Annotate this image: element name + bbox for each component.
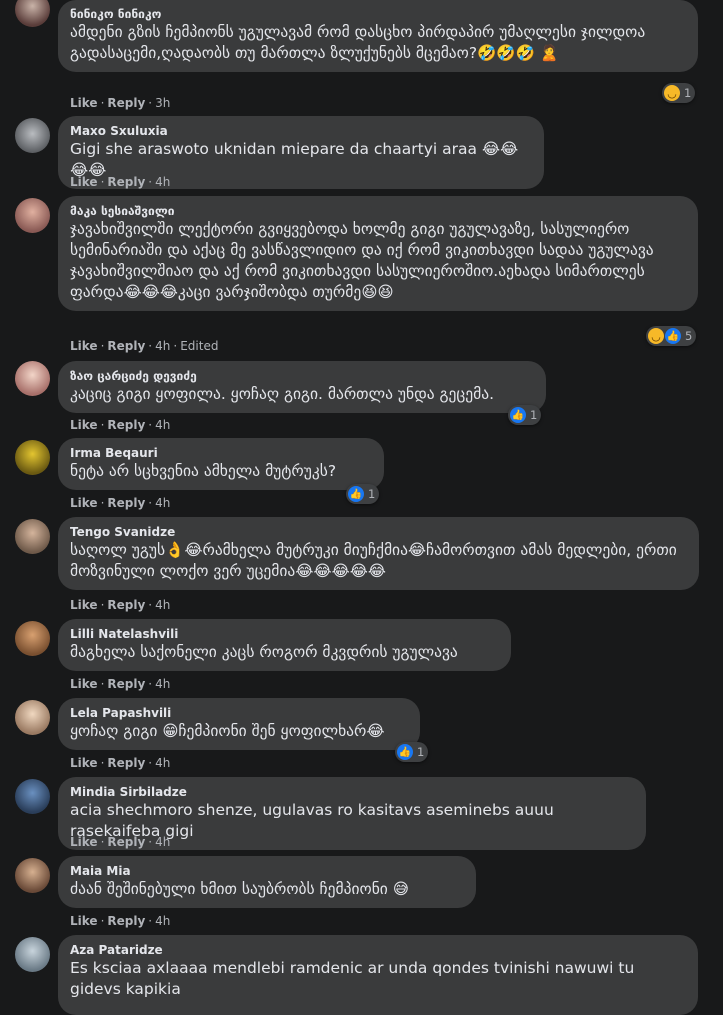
haha-reaction-icon: ◡ bbox=[664, 85, 680, 101]
comment-text: ყოჩაღ გიგი 😁ჩემპიონი შენ ყოფილხარ😂 bbox=[70, 722, 385, 740]
comment-actions: Like · Reply · 4h bbox=[70, 496, 171, 510]
comment-bubble: Maia Mia ძაან შეშინებული ხმით საუბრობს ჩ… bbox=[58, 856, 476, 908]
comments-list: ნინიკო ნინიკო ამდენი გზის ჩემპიონს უგულა… bbox=[0, 0, 723, 1015]
reply-button[interactable]: Reply bbox=[107, 598, 145, 612]
comment-bubble: მაკა სესიაშვილი ჯავახიშვილში ლექტორი გვი… bbox=[58, 196, 698, 311]
reaction-count: 5 bbox=[685, 329, 693, 343]
reaction-summary[interactable]: 👍 1 bbox=[508, 405, 542, 425]
reply-button[interactable]: Reply bbox=[107, 677, 145, 691]
comment-author[interactable]: Tengo Svanidze bbox=[70, 524, 687, 540]
comment-timestamp[interactable]: 4h bbox=[155, 175, 170, 189]
like-button[interactable]: Like bbox=[70, 175, 98, 189]
reply-button[interactable]: Reply bbox=[107, 96, 145, 110]
avatar[interactable] bbox=[15, 519, 50, 554]
comment-actions: Like · Reply · 4h bbox=[70, 598, 171, 612]
avatar[interactable] bbox=[15, 118, 50, 153]
like-button[interactable]: Like bbox=[70, 835, 98, 849]
comment-timestamp[interactable]: 3h bbox=[155, 96, 170, 110]
comment-author[interactable]: ნინიკო ნინიკო bbox=[70, 6, 686, 22]
like-button[interactable]: Like bbox=[70, 418, 98, 432]
comment-bubble: ნინიკო ნინიკო ამდენი გზის ჩემპიონს უგულა… bbox=[58, 0, 698, 72]
like-button[interactable]: Like bbox=[70, 339, 98, 353]
comment-bubble: Tengo Svanidze საღოლ უგუს👌😂რამხელა მუტრუ… bbox=[58, 517, 699, 590]
reaction-count: 1 bbox=[368, 487, 376, 501]
comment-bubble: ზაო ცარციძე დევიძე კაციც გიგი ყოფილა. ყო… bbox=[58, 361, 546, 413]
comment-timestamp[interactable]: 4h bbox=[155, 418, 170, 432]
reply-button[interactable]: Reply bbox=[107, 914, 145, 928]
avatar[interactable] bbox=[15, 858, 50, 893]
comment-bubble: Aza Pataridze Es ksciaa axlaaaa mendlebi… bbox=[58, 935, 698, 1015]
reaction-summary[interactable]: 👍 1 bbox=[346, 484, 380, 504]
comment-text: საღოლ უგუს👌😂რამხელა მუტრუკი მიუჩქმია😂ჩამ… bbox=[70, 541, 677, 580]
like-button[interactable]: Like bbox=[70, 914, 98, 928]
reaction-count: 1 bbox=[417, 745, 425, 759]
like-button[interactable]: Like bbox=[70, 598, 98, 612]
comment-author[interactable]: Maia Mia bbox=[70, 863, 464, 879]
like-reaction-icon: 👍 bbox=[397, 744, 413, 760]
reply-button[interactable]: Reply bbox=[107, 835, 145, 849]
comment-text: ამდენი გზის ჩემპიონს უგულავამ რომ დასცხო… bbox=[70, 23, 646, 62]
like-button[interactable]: Like bbox=[70, 677, 98, 691]
reply-button[interactable]: Reply bbox=[107, 339, 145, 353]
avatar[interactable] bbox=[15, 440, 50, 475]
comment-timestamp[interactable]: 4h bbox=[155, 756, 170, 770]
comment-author[interactable]: მაკა სესიაშვილი bbox=[70, 203, 686, 219]
reply-button[interactable]: Reply bbox=[107, 418, 145, 432]
comment-timestamp[interactable]: 4h bbox=[155, 339, 170, 353]
reply-button[interactable]: Reply bbox=[107, 175, 145, 189]
avatar[interactable] bbox=[15, 0, 50, 27]
comment-actions: Like · Reply · 3h bbox=[70, 96, 171, 110]
reaction-summary[interactable]: ◡ 👍 5 bbox=[646, 326, 697, 346]
comment-author[interactable]: Aza Pataridze bbox=[70, 942, 686, 958]
avatar[interactable] bbox=[15, 198, 50, 233]
comment-text: ნეტა არ სცხვენია ამხელა მუტრუკს? bbox=[70, 462, 337, 480]
avatar[interactable] bbox=[15, 937, 50, 972]
avatar[interactable] bbox=[15, 779, 50, 814]
avatar[interactable] bbox=[15, 361, 50, 396]
comment-text: კაციც გიგი ყოფილა. ყოჩაღ გიგი. მართლა უნ… bbox=[70, 385, 495, 403]
comment-timestamp[interactable]: 4h bbox=[155, 496, 170, 510]
comment-author[interactable]: Irma Beqauri bbox=[70, 445, 372, 461]
like-reaction-icon: 👍 bbox=[665, 328, 681, 344]
like-reaction-icon: 👍 bbox=[348, 486, 364, 502]
like-button[interactable]: Like bbox=[70, 96, 98, 110]
comment-text: Es ksciaa axlaaaa mendlebi ramdenic ar u… bbox=[70, 959, 635, 998]
comment-author[interactable]: Lilli Natelashvili bbox=[70, 626, 499, 642]
comment-text: მაგხელა საქონელი კაცს როგორ მკვდრის უგულ… bbox=[70, 643, 458, 661]
reaction-count: 1 bbox=[530, 408, 538, 422]
reply-button[interactable]: Reply bbox=[107, 756, 145, 770]
edited-label[interactable]: Edited bbox=[180, 339, 218, 353]
like-button[interactable]: Like bbox=[70, 756, 98, 770]
like-reaction-icon: 👍 bbox=[510, 407, 526, 423]
comment-actions: Like · Reply · 4h bbox=[70, 677, 171, 691]
reaction-count: 1 bbox=[684, 86, 692, 100]
like-button[interactable]: Like bbox=[70, 496, 98, 510]
comment-actions: Like · Reply · 4h · Edited bbox=[70, 339, 219, 353]
comment-actions: Like · Reply · 4h bbox=[70, 914, 171, 928]
reaction-summary[interactable]: ◡ 1 bbox=[662, 83, 696, 103]
comment-timestamp[interactable]: 4h bbox=[155, 835, 170, 849]
comment-actions: Like · Reply · 4h bbox=[70, 175, 171, 189]
comment-actions: Like · Reply · 4h bbox=[70, 756, 171, 770]
comment-author[interactable]: Mindia Sirbiladze bbox=[70, 784, 634, 800]
comment-timestamp[interactable]: 4h bbox=[155, 598, 170, 612]
comment-author[interactable]: Lela Papashvili bbox=[70, 705, 408, 721]
comment-timestamp[interactable]: 4h bbox=[155, 677, 170, 691]
reply-button[interactable]: Reply bbox=[107, 496, 145, 510]
comment-author[interactable]: ზაო ცარციძე დევიძე bbox=[70, 368, 534, 384]
comment-timestamp[interactable]: 4h bbox=[155, 914, 170, 928]
comment-actions: Like · Reply · 4h bbox=[70, 418, 171, 432]
comment-bubble: Irma Beqauri ნეტა არ სცხვენია ამხელა მუტ… bbox=[58, 438, 384, 490]
comment-text: ჯავახიშვილში ლექტორი გვიყვებოდა ხოლმე გი… bbox=[70, 220, 654, 301]
reaction-summary[interactable]: 👍 1 bbox=[395, 742, 429, 762]
comment-bubble: Lela Papashvili ყოჩაღ გიგი 😁ჩემპიონი შენ… bbox=[58, 698, 420, 750]
haha-reaction-icon: ◡ bbox=[648, 328, 664, 344]
comment-bubble: Lilli Natelashvili მაგხელა საქონელი კაცს… bbox=[58, 619, 511, 671]
comment-author[interactable]: Maxo Sxuluxia bbox=[70, 123, 532, 139]
comment-text: ძაან შეშინებული ხმით საუბრობს ჩემპიონი 😅 bbox=[70, 880, 409, 898]
avatar[interactable] bbox=[15, 700, 50, 735]
avatar[interactable] bbox=[15, 621, 50, 656]
comment-actions: Like · Reply · 4h bbox=[70, 835, 171, 849]
